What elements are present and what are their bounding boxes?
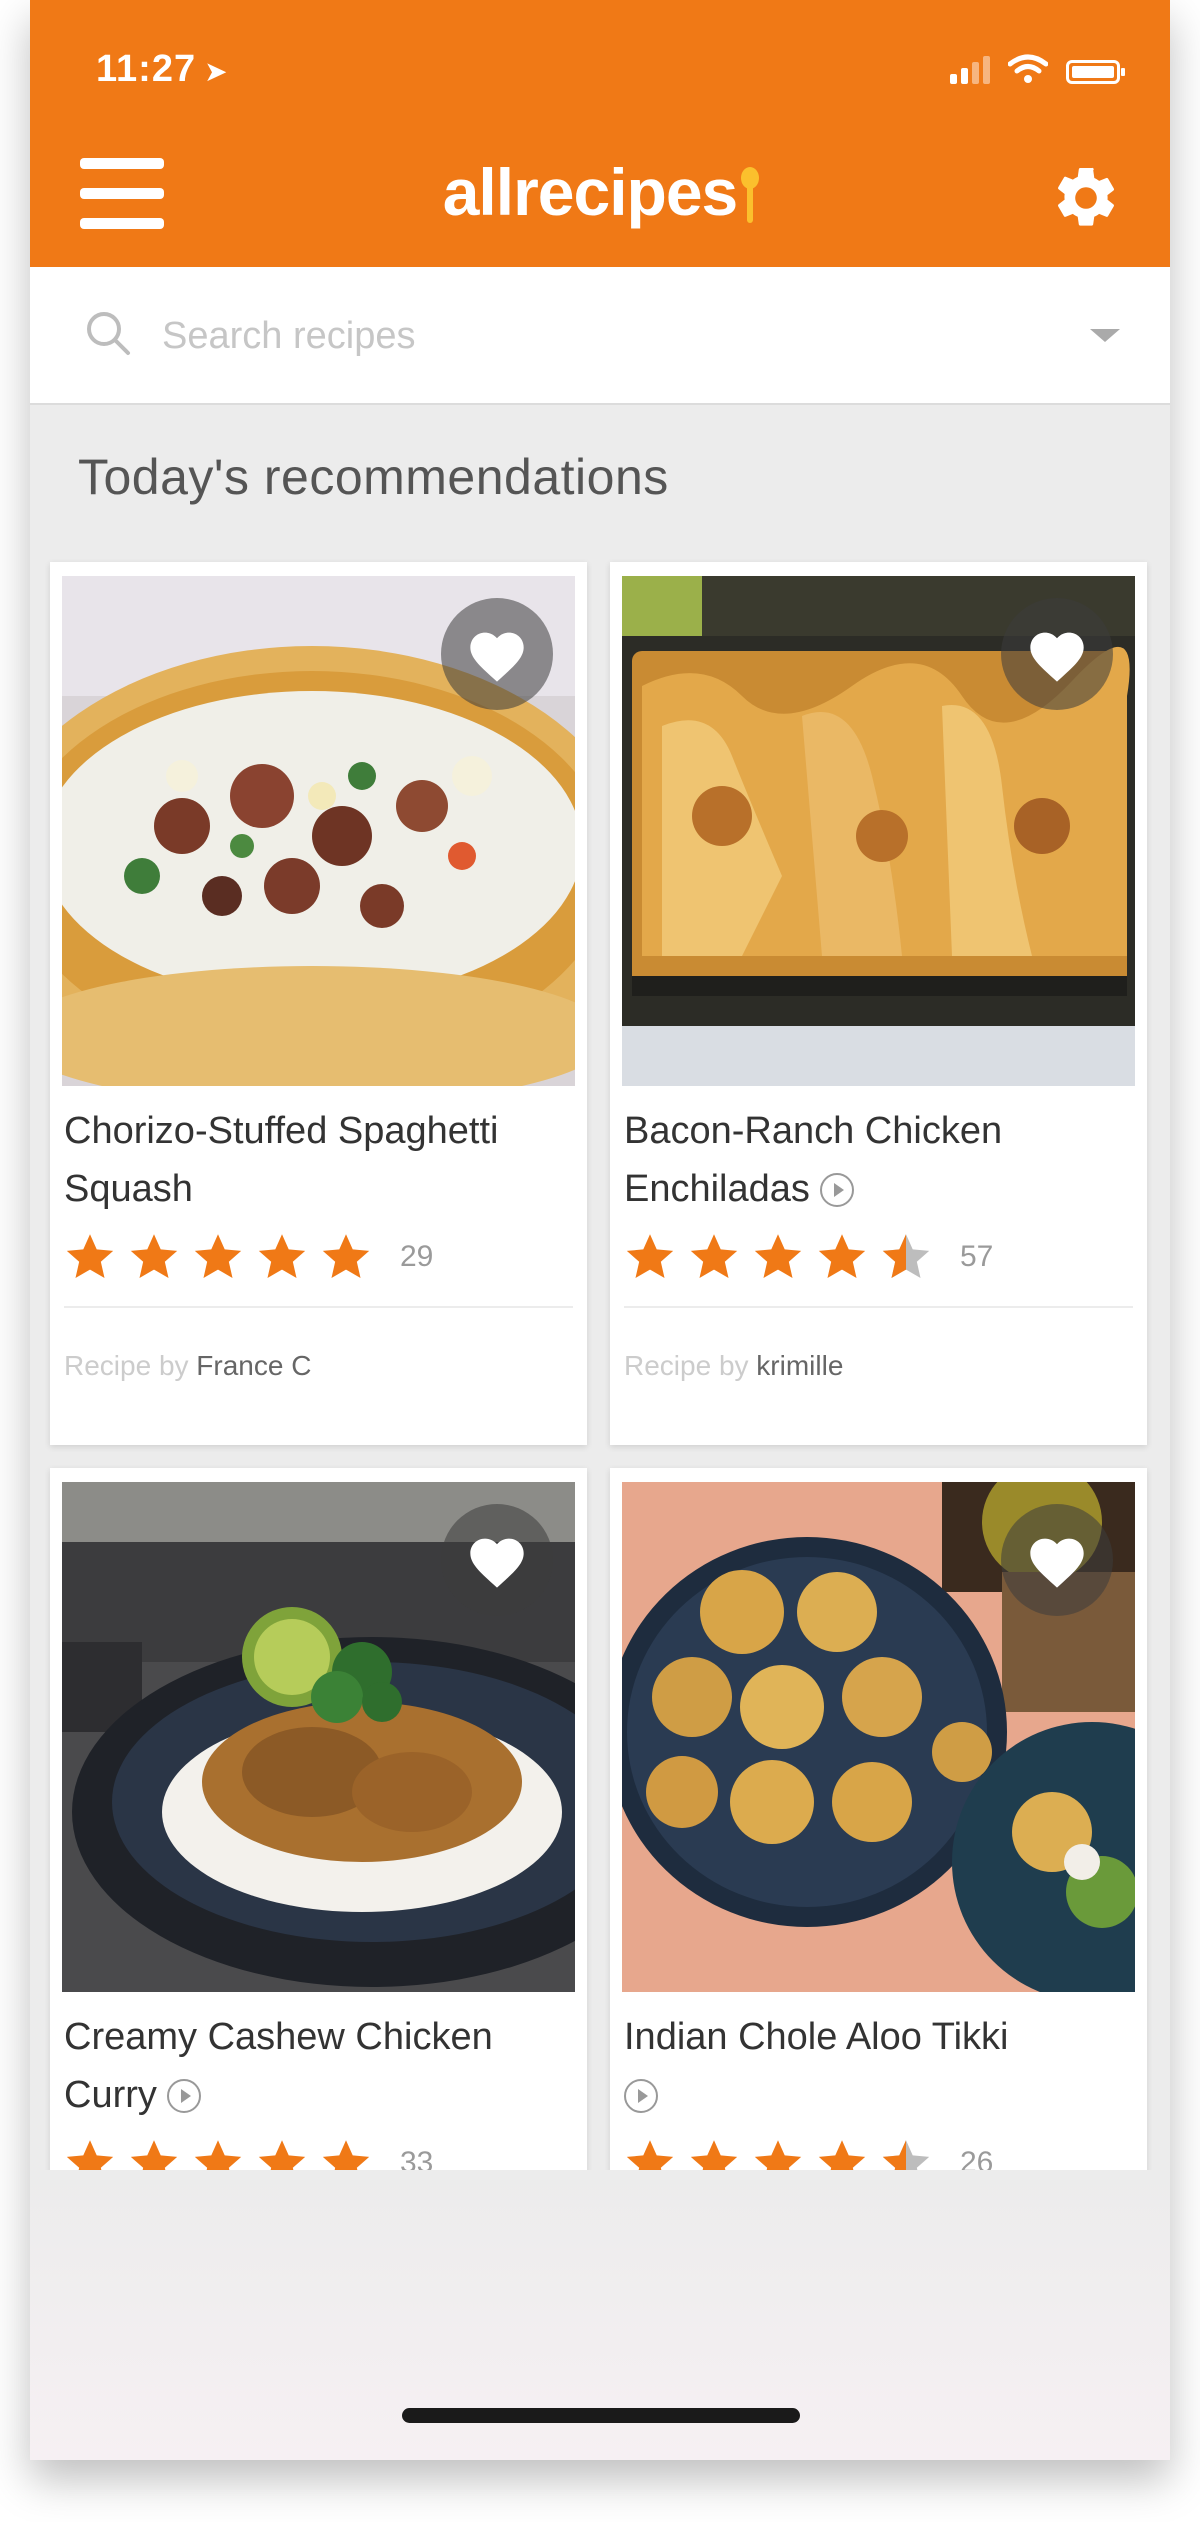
search-icon [87,312,130,355]
star-icon [626,1234,674,1279]
video-play-icon [624,2079,658,2113]
recipe-title[interactable]: Creamy Cashew Chicken Curry [64,2008,564,2124]
recipe-card[interactable]: Chorizo-Stuffed Spaghetti Squash 29 Reci… [50,562,587,1445]
heart-icon [1030,1538,1084,1588]
recipe-title-text: Creamy Cashew Chicken Curry [64,2016,493,2116]
heart-icon [1030,632,1084,682]
star-icon [754,1234,802,1279]
brand-logo[interactable]: allrecipes [30,154,1170,230]
review-count: 57 [960,1240,994,1273]
divider [64,1306,573,1308]
recipe-title[interactable]: Indian Chole Aloo Tikki [624,2008,1124,2124]
chevron-down-icon[interactable] [1090,329,1120,342]
author-prefix: Recipe by [64,1350,189,1381]
gear-icon[interactable] [1050,162,1122,234]
star-icon [818,1234,866,1279]
location-arrow-icon: ➤ [204,56,229,87]
recipe-title-text: Bacon-Ranch Chicken Enchiladas [624,1110,1003,1210]
cellular-signal-icon [950,56,990,84]
section-title: Today's recommendations [78,449,669,505]
recipe-photo [62,576,575,1086]
home-indicator[interactable] [402,2408,800,2423]
star-icon [66,1234,114,1279]
star-half-icon [882,1234,930,1279]
clock: 11:27 [96,48,197,90]
author-prefix: Recipe by [624,1350,749,1381]
status-time: 11:27 ➤ [96,48,229,91]
recipe-rating: 29 [64,1232,433,1282]
star-rating [624,1232,932,1282]
recipe-title[interactable]: Chorizo-Stuffed Spaghetti Squash [64,1102,564,1218]
recipe-title-text: Indian Chole Aloo Tikki [624,2016,1009,2058]
app-header: 11:27 ➤ allrecipes [30,0,1170,267]
divider [624,1306,1133,1308]
battery-icon [1066,60,1125,84]
wifi-icon [1008,54,1048,83]
search-bar [30,267,1170,405]
video-play-icon [166,2079,201,2113]
favorite-button[interactable] [441,1504,553,1616]
recipe-rating: 57 [624,1232,993,1282]
brand-name: allrecipes [442,155,739,229]
favorite-button[interactable] [1001,598,1113,710]
recipe-photo [622,576,1135,1086]
recipe-author: Recipe by France C [64,1350,311,1382]
star-icon [258,1234,306,1279]
recipe-author: Recipe by krimille [624,1350,843,1382]
search-input[interactable] [160,297,1024,375]
recipe-card[interactable]: Bacon-Ranch Chicken Enchiladas 57 Recipe… [610,562,1147,1445]
recipe-title-text: Chorizo-Stuffed Spaghetti Squash [64,1110,499,1210]
favorite-button[interactable] [441,598,553,710]
video-play-icon [819,1173,854,1207]
recipe-title[interactable]: Bacon-Ranch Chicken Enchiladas [624,1102,1124,1218]
heart-icon [470,1538,524,1588]
heart-icon [470,632,524,682]
status-indicators [950,54,1125,84]
app-screen: 11:27 ➤ allrecipes Search recipes Today'… [30,0,1170,2460]
star-icon [130,1234,178,1279]
favorite-button[interactable] [1001,1504,1113,1616]
star-icon [690,1234,738,1279]
spoon-icon [741,167,760,223]
star-icon [322,1234,370,1279]
star-icon [194,1234,242,1279]
author-name[interactable]: France C [196,1350,311,1381]
review-count: 29 [400,1240,434,1273]
recipe-photo [62,1482,575,1992]
star-rating [64,1232,372,1282]
author-name[interactable]: krimille [756,1350,843,1381]
recipe-photo [622,1482,1135,1992]
